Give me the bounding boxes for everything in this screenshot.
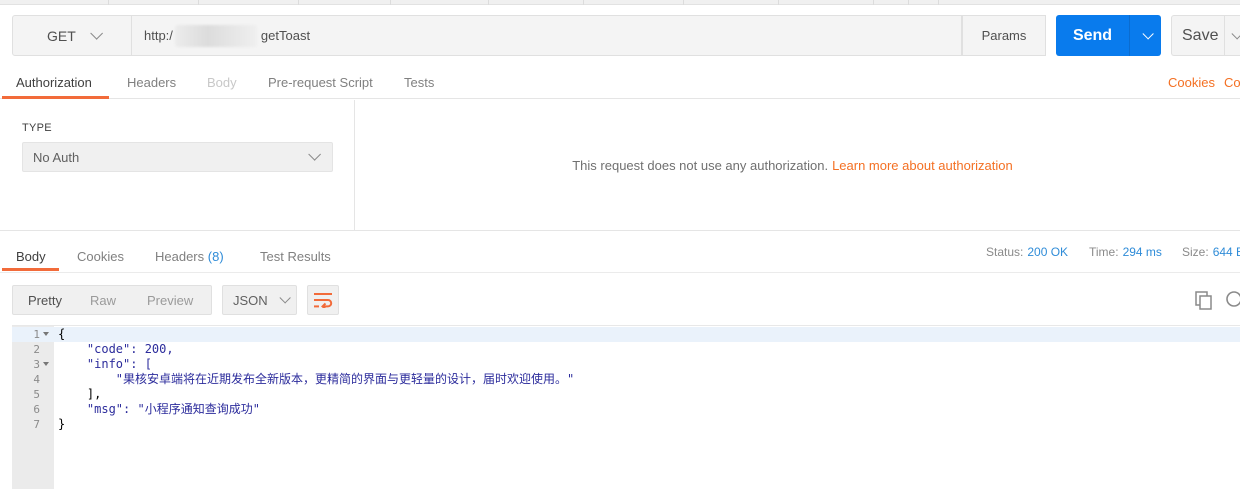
time-value: 294 ms [1122,245,1162,259]
active-tab-indicator [2,96,109,99]
status-label: Status: [986,245,1024,259]
method-label: GET [47,27,76,44]
headers-count: (8) [207,249,224,264]
headers-label: Headers [155,249,205,264]
tab-body[interactable]: Body [207,75,237,90]
tab-pre-request-script[interactable]: Pre-request Script [268,75,373,90]
tab-authorization[interactable]: Authorization [16,75,92,90]
auth-message-text: This request does not use any authorizat… [572,157,829,173]
chevron-down-icon [90,27,103,40]
auth-type-select[interactable]: No Auth [22,142,333,172]
code-line: 2 "code": 200, [12,342,1240,357]
tab-response-headers[interactable]: Headers (8) [155,249,224,264]
chevron-down-icon [1231,27,1240,40]
code-line: 1 { [12,327,1240,342]
active-tab-indicator [2,268,59,271]
code-line: 3 "info": [ [12,357,1240,372]
format-select[interactable]: JSON [222,285,297,315]
line-number: 7 [33,418,40,431]
send-button[interactable]: Send [1056,15,1161,56]
size-readout: Size:644 B [1182,245,1240,259]
wrap-lines-button[interactable] [307,285,339,315]
code-line: 6 "msg": "小程序通知查询成功" [12,402,1240,417]
response-tabs: Body Cookies Headers (8) Test Results St… [0,231,1240,273]
url-prefix: http:/ [144,28,173,43]
save-button[interactable]: Save [1171,15,1240,56]
raw-button[interactable]: Raw [90,293,116,308]
status-value: 200 OK [1027,245,1069,259]
code-line-text: { [58,327,66,341]
line-number: 3 [33,358,40,371]
code-line-text: "code": 200, [58,342,174,356]
chevron-down-icon [1141,27,1154,40]
tab-response-cookies[interactable]: Cookies [77,249,124,264]
code-line: 7 } [12,417,1240,432]
save-label: Save [1182,26,1219,44]
tab-response-body[interactable]: Body [16,249,46,264]
tab-headers[interactable]: Headers [127,75,176,90]
line-number: 2 [33,343,40,356]
line-number: 5 [33,388,40,401]
time-label: Time: [1089,245,1119,259]
auth-type-value: No Auth [33,149,80,165]
view-mode-group: Pretty Raw Preview [12,285,212,315]
send-dropdown[interactable] [1130,27,1161,40]
auth-type-panel: TYPE No Auth [0,100,355,230]
fold-toggle-icon[interactable] [43,332,49,336]
code-line-text: "info": [ [58,357,152,371]
auth-message: This request does not use any authorizat… [355,100,1240,230]
tab-tests[interactable]: Tests [404,75,434,90]
chevron-down-icon [279,292,291,304]
type-label: TYPE [22,122,52,134]
redacted-url-segment [174,24,257,47]
line-number: 1 [33,328,40,341]
wrap-lines-icon [314,293,333,308]
save-dropdown[interactable] [1225,27,1240,45]
send-label: Send [1072,26,1113,44]
line-number: 4 [33,373,40,386]
params-button[interactable]: Params [962,15,1046,56]
copy-icon[interactable] [1194,290,1214,310]
search-icon[interactable] [1224,290,1240,310]
url-input[interactable]: http:/ getToast [132,15,962,56]
chevron-down-icon [308,148,321,161]
url-suffix: getToast [260,28,311,43]
code-line: 5 ], [12,387,1240,402]
pretty-button[interactable]: Pretty [28,293,62,308]
code-line: 4 "果核安卓端将在近期发布全新版本，更精简的界面与更轻量的设计，届时欢迎使用。… [12,372,1240,387]
response-body-editor[interactable]: 1 { 2 "code": 200, 3 "info": [ 4 "果核安卓端将… [12,325,1240,489]
time-readout: Time: 294 ms [1089,245,1162,259]
fold-toggle-icon[interactable] [43,362,49,366]
tab-strip[interactable] [0,0,1240,5]
code-link[interactable]: Co [1224,75,1240,90]
code-line-text: "msg": "小程序通知查询成功" [58,402,260,416]
size-value: 644 B [1212,245,1240,259]
size-label: Size: [1182,245,1209,259]
line-number: 6 [33,403,40,416]
code-line-text: ], [58,387,102,401]
method-select[interactable]: GET [12,15,132,56]
status-readout: Status: 200 OK [986,245,1068,259]
learn-more-link[interactable]: Learn more about authorization [832,158,1013,173]
cookies-link[interactable]: Cookies [1168,75,1215,90]
code-line-text: "果核安卓端将在近期发布全新版本，更精简的界面与更轻量的设计，届时欢迎使用。" [58,372,575,386]
code-line-text: } [58,417,66,431]
tab-test-results[interactable]: Test Results [260,249,331,264]
format-value: JSON [233,292,268,308]
preview-button[interactable]: Preview [147,293,193,308]
request-tabs: Authorization Headers Body Pre-request S… [0,66,1240,99]
